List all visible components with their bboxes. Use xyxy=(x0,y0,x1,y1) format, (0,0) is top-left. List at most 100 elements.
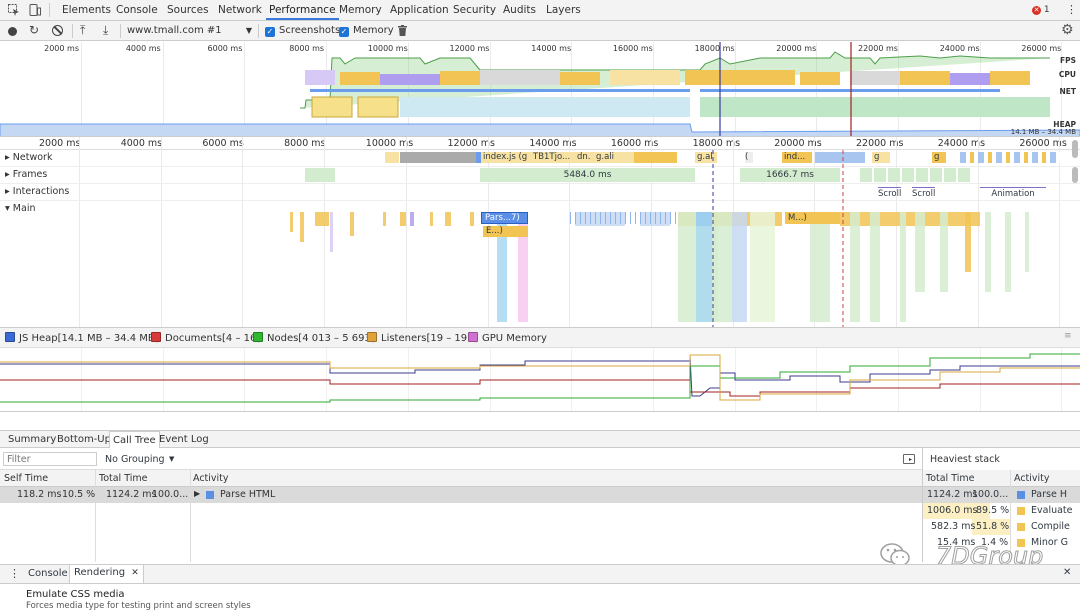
clear-icon[interactable] xyxy=(52,25,63,36)
column-activity[interactable]: Activity xyxy=(193,473,229,484)
net-bar xyxy=(700,89,1000,92)
tab-memory[interactable]: Memory xyxy=(339,0,382,20)
drawer-menu-icon[interactable]: ⋮ xyxy=(9,567,20,580)
recording-select[interactable]: www.tmall.com #1 ▼ xyxy=(127,24,255,38)
row-total-pct: 100.0... xyxy=(152,489,188,500)
capture-settings-gear-icon[interactable]: ⚙ xyxy=(1061,22,1074,38)
grouping-select[interactable]: No Grouping ▼ xyxy=(105,454,205,465)
tab-event-log[interactable]: Event Log xyxy=(156,431,212,448)
legend-listeners-label: Listeners[19 – 197] xyxy=(381,333,478,344)
heap-graph xyxy=(0,123,1080,136)
drag-handle-icon[interactable]: ≡ xyxy=(1064,331,1072,341)
heaviest-column-total-time[interactable]: Total Time xyxy=(926,473,974,484)
more-menu-icon[interactable]: ⋮ xyxy=(1066,3,1077,17)
tab-application[interactable]: Application xyxy=(390,0,449,20)
close-icon[interactable]: ✕ xyxy=(131,568,139,578)
tab-performance[interactable]: Performance xyxy=(266,0,339,20)
tab-summary[interactable]: Summary xyxy=(5,431,59,448)
inspect-element-icon[interactable] xyxy=(8,4,20,16)
table-row[interactable]: 118.2 ms 10.5 % 1124.2 ms 100.0... ▶ Par… xyxy=(0,487,922,503)
checkbox-checked-icon: ✓ xyxy=(265,27,275,37)
tab-network[interactable]: Network xyxy=(218,0,262,20)
tab-elements[interactable]: Elements xyxy=(62,0,111,20)
screenshots-label: Screenshots xyxy=(279,25,341,36)
expand-arrow-icon[interactable]: ▶ xyxy=(194,489,200,498)
column-self-time[interactable]: Self Time xyxy=(4,473,48,484)
screenshot-thumb xyxy=(357,96,399,118)
tab-bottom-up[interactable]: Bottom-Up xyxy=(54,431,114,448)
row-self-pct: 10.5 % xyxy=(62,489,96,500)
toggle-sidebar-icon[interactable]: ▸ xyxy=(903,454,915,464)
screenshots-checkbox[interactable]: ✓ Screenshots xyxy=(265,24,340,38)
emulate-media-heading: Emulate CSS media xyxy=(26,589,125,600)
counters-lines xyxy=(0,353,1080,403)
error-count: 1 xyxy=(1043,5,1050,15)
legend-js-heap-label: JS Heap[14.1 MB – 34.4 MB] xyxy=(19,333,159,344)
drawer-close-icon[interactable]: ✕ xyxy=(1063,567,1071,578)
activity-color-swatch xyxy=(1017,523,1025,531)
chevron-down-icon: ▼ xyxy=(245,26,252,35)
recording-select-value: www.tmall.com #1 xyxy=(127,25,222,36)
legend-listeners[interactable]: Listeners[19 – 197] xyxy=(367,332,477,344)
record-icon[interactable] xyxy=(8,27,17,36)
tab-call-tree[interactable]: Call Tree xyxy=(109,431,160,448)
performance-toolbar: ↻ ⤒ ⤓ www.tmall.com #1 ▼ ✓ Screenshots ✓ M… xyxy=(0,21,1080,41)
legend-nodes[interactable]: Nodes[4 013 – 5 693] xyxy=(253,332,375,344)
flame-chart[interactable]: 2000 ms 4000 ms 6000 ms 8000 ms 10000 ms 1200… xyxy=(0,137,1080,327)
device-toolbar-icon[interactable] xyxy=(29,4,41,16)
listeners-line xyxy=(0,354,1080,401)
row-self-time: 118.2 ms xyxy=(17,489,62,500)
timeline-overview[interactable]: 2000 ms 4000 ms 6000 ms 8000 ms 10000 ms 1200… xyxy=(0,42,1080,137)
drawer-tab-rendering[interactable]: Rendering ✕ xyxy=(69,565,144,583)
heaviest-row-pct: 89.5 % xyxy=(976,505,1010,516)
heaviest-row-pct: 51.8 % xyxy=(976,521,1010,532)
error-count-badge[interactable]: ✕ 1 xyxy=(1032,4,1050,16)
legend-documents[interactable]: Documents[4 – 16] xyxy=(151,332,260,344)
cpu-bar xyxy=(900,71,950,85)
counters-graph[interactable] xyxy=(0,348,1080,412)
legend-gpu-memory[interactable]: GPU Memory xyxy=(468,332,547,344)
checkbox-checked-icon: ✓ xyxy=(339,27,349,37)
legend-gpu-memory-label: GPU Memory xyxy=(482,333,547,344)
flame-scrollbar[interactable] xyxy=(1072,167,1078,183)
emulate-media-subtext: Forces media type for testing print and … xyxy=(26,601,251,611)
heaviest-row-activity: Parse H xyxy=(1031,489,1067,500)
heaviest-row-time: 1006.0 ms xyxy=(927,505,978,516)
legend-js-heap[interactable]: JS Heap[14.1 MB – 34.4 MB] xyxy=(5,332,159,344)
overview-graphs xyxy=(0,42,1080,136)
tab-layers[interactable]: Layers xyxy=(546,0,581,20)
heaviest-row-activity: Evaluate xyxy=(1031,505,1073,516)
activity-color-swatch xyxy=(1017,507,1025,515)
toolbar-divider xyxy=(72,24,73,38)
cpu-bar xyxy=(850,71,900,85)
memory-label: Memory xyxy=(353,25,394,36)
column-total-time[interactable]: Total Time xyxy=(99,473,147,484)
tab-audits[interactable]: Audits xyxy=(503,0,536,20)
cpu-bar xyxy=(340,72,380,85)
tab-sources[interactable]: Sources xyxy=(167,0,209,20)
net-lane-label: NET xyxy=(1059,87,1076,96)
heaviest-column-activity[interactable]: Activity xyxy=(1014,473,1050,484)
save-profile-icon[interactable]: ⤓ xyxy=(103,23,108,37)
filter-input[interactable] xyxy=(3,452,97,466)
chevron-down-icon: ▼ xyxy=(169,455,175,463)
row-activity: Parse HTML xyxy=(220,489,276,500)
error-icon: ✕ xyxy=(1032,6,1041,15)
reload-icon[interactable]: ↻ xyxy=(29,23,39,37)
heaviest-row-activity: Compile xyxy=(1031,521,1070,532)
legend-checkbox-icon xyxy=(367,332,377,342)
tab-security[interactable]: Security xyxy=(453,0,496,20)
fps-lane-label: FPS xyxy=(1059,56,1076,65)
column-divider xyxy=(95,470,96,562)
memory-checkbox[interactable]: ✓ Memory xyxy=(339,24,394,38)
activity-color-swatch xyxy=(206,491,214,499)
drawer-tab-console[interactable]: Console xyxy=(28,568,68,579)
load-profile-icon[interactable]: ⤒ xyxy=(80,23,85,37)
flame-markers xyxy=(712,150,844,327)
legend-nodes-label: Nodes[4 013 – 5 693] xyxy=(267,333,375,344)
row-total-time: 1124.2 ms xyxy=(106,489,157,500)
heaviest-stack-title: Heaviest stack xyxy=(930,454,1000,465)
trash-icon[interactable] xyxy=(398,25,407,36)
tab-console[interactable]: Console xyxy=(116,0,158,20)
flame-scrollbar[interactable] xyxy=(1072,140,1078,158)
